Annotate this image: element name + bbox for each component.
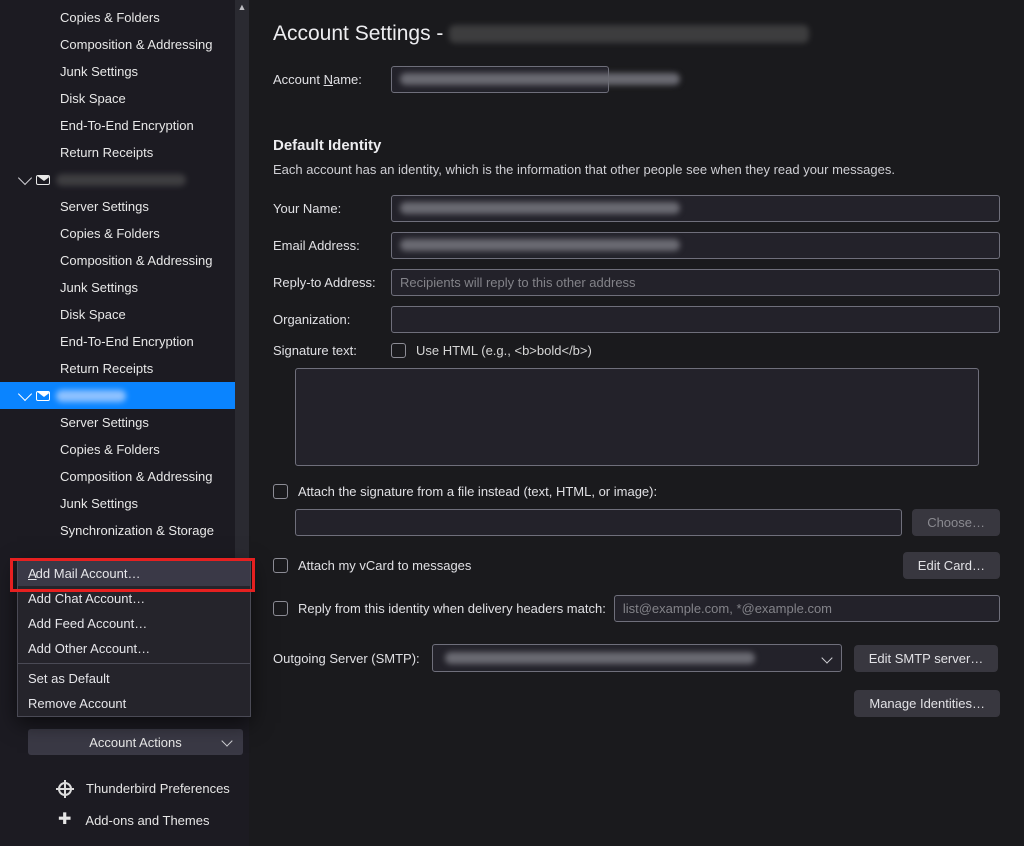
edit-smtp-button[interactable]: Edit SMTP server… [854, 645, 999, 672]
sidebar-item-disk-space[interactable]: Disk Space [0, 85, 249, 112]
default-identity-subtext: Each account has an identity, which is t… [273, 162, 1000, 177]
account-name-redacted [56, 174, 186, 186]
account-name-redacted [56, 390, 126, 402]
thunderbird-preferences-label: Thunderbird Preferences [86, 781, 230, 796]
mail-icon [36, 175, 50, 185]
sidebar-item-copies-folders[interactable]: Copies & Folders [0, 4, 249, 31]
settings-sidebar: ▲ Copies & Folders Composition & Address… [0, 0, 249, 846]
reply-identity-input[interactable] [614, 595, 1000, 622]
your-name-label: Your Name: [273, 201, 391, 216]
attach-file-label: Attach the signature from a file instead… [298, 484, 657, 499]
gear-icon [58, 782, 72, 796]
smtp-select[interactable] [432, 644, 842, 672]
scroll-up-icon[interactable]: ▲ [235, 0, 249, 14]
account-actions-menu: Add Mail Account… Add Chat Account… Add … [17, 560, 251, 717]
sidebar-item-composition[interactable]: Composition & Addressing [0, 247, 249, 274]
chevron-down-icon [821, 652, 832, 663]
puzzle-icon: ✚ [58, 812, 71, 828]
account-tree: Copies & Folders Composition & Addressin… [0, 0, 249, 544]
default-identity-heading: Default Identity [273, 137, 1000, 154]
sidebar-item-copies-folders[interactable]: Copies & Folders [0, 436, 249, 463]
addons-themes-link[interactable]: ✚ Add-ons and Themes [0, 806, 249, 834]
sidebar-item-e2e[interactable]: End-To-End Encryption [0, 112, 249, 139]
sidebar-item-return-receipts[interactable]: Return Receipts [0, 139, 249, 166]
page-title: Account Settings - [273, 22, 1000, 46]
attach-file-checkbox[interactable] [273, 484, 288, 499]
sidebar-item-server-settings[interactable]: Server Settings [0, 193, 249, 220]
menu-separator [18, 663, 250, 664]
account-name-input[interactable] [391, 66, 609, 93]
organization-input[interactable] [391, 306, 1000, 333]
smtp-value-redacted [445, 652, 755, 664]
sidebar-item-junk[interactable]: Junk Settings [0, 58, 249, 85]
attach-vcard-label: Attach my vCard to messages [298, 558, 471, 573]
account-actions-label: Account Actions [89, 735, 182, 750]
reply-identity-label: Reply from this identity when delivery h… [298, 601, 606, 616]
mail-icon [36, 391, 50, 401]
manage-identities-button[interactable]: Manage Identities… [854, 690, 1000, 717]
menu-remove-account[interactable]: Remove Account [18, 691, 250, 716]
choose-file-button[interactable]: Choose… [912, 509, 1000, 536]
sidebar-footer: Thunderbird Preferences ✚ Add-ons and Th… [0, 775, 249, 834]
twisty-icon[interactable] [18, 386, 32, 400]
sidebar-item-composition[interactable]: Composition & Addressing [0, 463, 249, 490]
signature-file-input[interactable] [295, 509, 902, 536]
menu-add-feed-account[interactable]: Add Feed Account… [18, 611, 250, 636]
attach-vcard-checkbox[interactable] [273, 558, 288, 573]
thunderbird-preferences-link[interactable]: Thunderbird Preferences [0, 775, 249, 802]
email-input[interactable] [391, 232, 1000, 259]
title-account-redacted [449, 25, 809, 43]
sidebar-item-return-receipts[interactable]: Return Receipts [0, 355, 249, 382]
sidebar-item-e2e[interactable]: End-To-End Encryption [0, 328, 249, 355]
sidebar-scrollbar[interactable]: ▲ [235, 0, 249, 560]
addons-themes-label: Add-ons and Themes [85, 813, 209, 828]
sidebar-item-junk[interactable]: Junk Settings [0, 274, 249, 301]
menu-add-chat-account[interactable]: Add Chat Account… [18, 586, 250, 611]
chevron-down-icon [221, 735, 232, 746]
account-settings-panel: Account Settings - Account Name: Default… [249, 0, 1024, 846]
sidebar-account-3-selected[interactable] [0, 382, 249, 409]
replyto-label: Reply-to Address: [273, 275, 391, 290]
account-name-label: Account Name: [273, 72, 391, 87]
your-name-input[interactable] [391, 195, 1000, 222]
menu-add-mail-account[interactable]: Add Mail Account… [18, 561, 250, 586]
sidebar-item-junk[interactable]: Junk Settings [0, 490, 249, 517]
signature-label: Signature text: [273, 343, 391, 358]
use-html-label: Use HTML (e.g., <b>bold</b>) [416, 343, 592, 358]
sidebar-item-sync-storage[interactable]: Synchronization & Storage [0, 517, 249, 544]
sidebar-item-disk-space[interactable]: Disk Space [0, 301, 249, 328]
email-label: Email Address: [273, 238, 391, 253]
organization-label: Organization: [273, 312, 391, 327]
reply-identity-checkbox[interactable] [273, 601, 288, 616]
menu-set-default[interactable]: Set as Default [18, 666, 250, 691]
replyto-input[interactable] [391, 269, 1000, 296]
menu-add-other-account[interactable]: Add Other Account… [18, 636, 250, 661]
sidebar-item-server-settings[interactable]: Server Settings [0, 409, 249, 436]
account-actions-button[interactable]: Account Actions [28, 729, 243, 755]
edit-card-button[interactable]: Edit Card… [903, 552, 1000, 579]
twisty-icon[interactable] [18, 170, 32, 184]
sidebar-item-composition[interactable]: Composition & Addressing [0, 31, 249, 58]
signature-textarea[interactable] [295, 368, 979, 466]
use-html-checkbox[interactable] [391, 343, 406, 358]
sidebar-account-2[interactable] [0, 166, 249, 193]
smtp-label: Outgoing Server (SMTP): [273, 651, 420, 666]
sidebar-item-copies-folders[interactable]: Copies & Folders [0, 220, 249, 247]
